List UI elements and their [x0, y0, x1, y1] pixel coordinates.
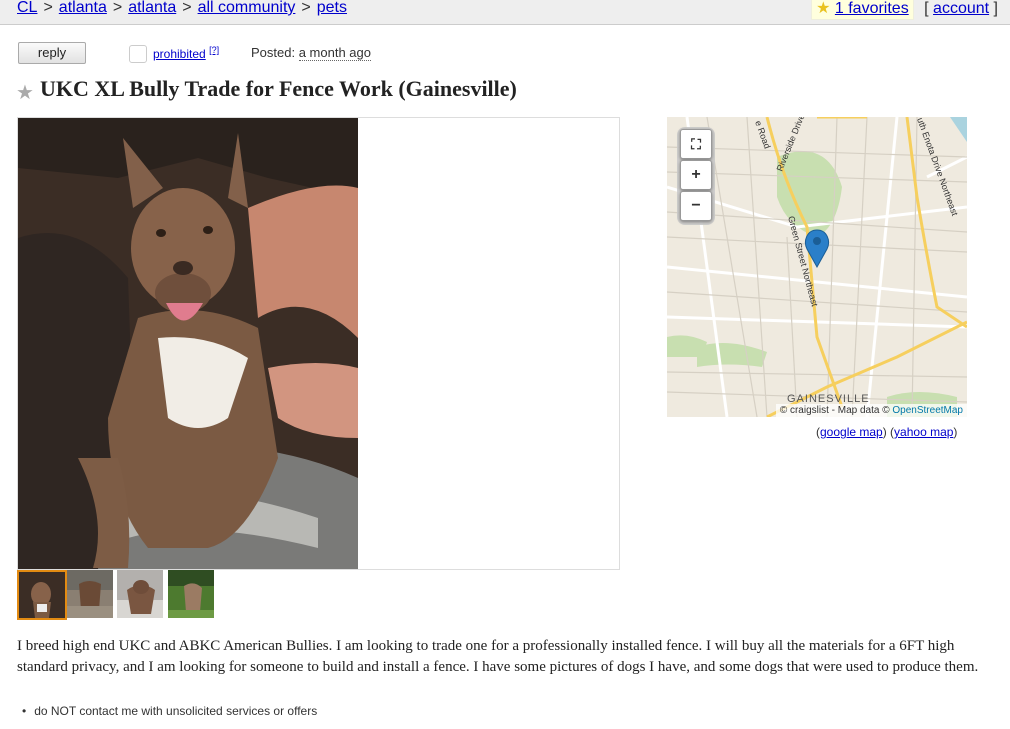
posted-date: Posted: a month ago [251, 45, 371, 61]
prohibited-flag-checkbox[interactable] [129, 45, 147, 63]
breadcrumb-all-community[interactable]: all community [198, 0, 296, 16]
breadcrumb-atlanta-area[interactable]: atlanta [128, 0, 176, 16]
posting-body: I breed high end UKC and ABKC American B… [17, 638, 979, 675]
favorites-link-box[interactable]: ★ 1 favorites [811, 0, 914, 20]
map[interactable]: Riverside Drive Green Street Northeast e… [667, 117, 967, 417]
breadcrumb-cl[interactable]: CL [17, 0, 37, 16]
prohibited-help-link[interactable]: [?] [209, 45, 219, 55]
thumbnail-dog-icon [67, 570, 113, 618]
thumbnail-2[interactable] [67, 570, 113, 618]
zoom-in-icon: + [691, 166, 701, 183]
zoom-out-icon: − [691, 197, 701, 214]
breadcrumb-pets[interactable]: pets [317, 0, 347, 16]
thumbnail-4[interactable] [168, 570, 214, 618]
thumbnail-dog-icon [168, 570, 214, 618]
account-link-group: [ account ] [924, 0, 998, 17]
external-map-links: (google map) (yahoo map) [816, 425, 958, 439]
favorites-link[interactable]: 1 favorites [835, 0, 909, 17]
main-photo[interactable] [18, 118, 358, 569]
openstreetmap-link[interactable]: OpenStreetMap [892, 405, 963, 416]
yahoo-map-link[interactable]: yahoo map [894, 425, 953, 439]
google-map-link[interactable]: google map [820, 425, 883, 439]
account-link[interactable]: account [933, 0, 989, 17]
reply-button[interactable]: reply [18, 42, 86, 64]
thumbnail-1[interactable] [17, 570, 67, 620]
thumbnail-dog-icon [19, 572, 65, 618]
prohibited-flag: prohibited [?] [153, 45, 219, 61]
notices-list: do NOT contact me with unsolicited servi… [17, 704, 317, 718]
posting-title: UKC XL Bully Trade for Fence Work (Gaine… [40, 76, 517, 101]
fullscreen-button[interactable]: ⛶ [680, 129, 712, 159]
posted-label: Posted: [251, 45, 296, 60]
breadcrumb-atlanta-site[interactable]: atlanta [59, 0, 107, 16]
star-icon: ★ [816, 0, 831, 17]
image-gallery [17, 117, 620, 570]
zoom-in-button[interactable]: + [680, 160, 712, 190]
dog-photo-icon [18, 118, 358, 569]
user-links: ★ 1 favorites [ account ] [811, 0, 998, 20]
favorite-star-icon[interactable]: ★ [16, 80, 34, 105]
zoom-out-button[interactable]: − [680, 191, 712, 221]
prohibited-link[interactable]: prohibited [153, 47, 206, 61]
thumbnail-3[interactable] [117, 570, 163, 618]
top-bar: CL > atlanta > atlanta > all community > pets ★ … [0, 0, 1010, 25]
breadcrumb: CL > atlanta > atlanta > all community > pets [17, 0, 347, 16]
map-attribution: © craigslist - Map data © OpenStreetMap [775, 404, 967, 417]
posted-value: a month ago [298, 45, 371, 61]
fullscreen-icon: ⛶ [691, 136, 701, 152]
thumbnail-dog-icon [117, 570, 163, 618]
notice-item: do NOT contact me with unsolicited servi… [17, 704, 317, 718]
